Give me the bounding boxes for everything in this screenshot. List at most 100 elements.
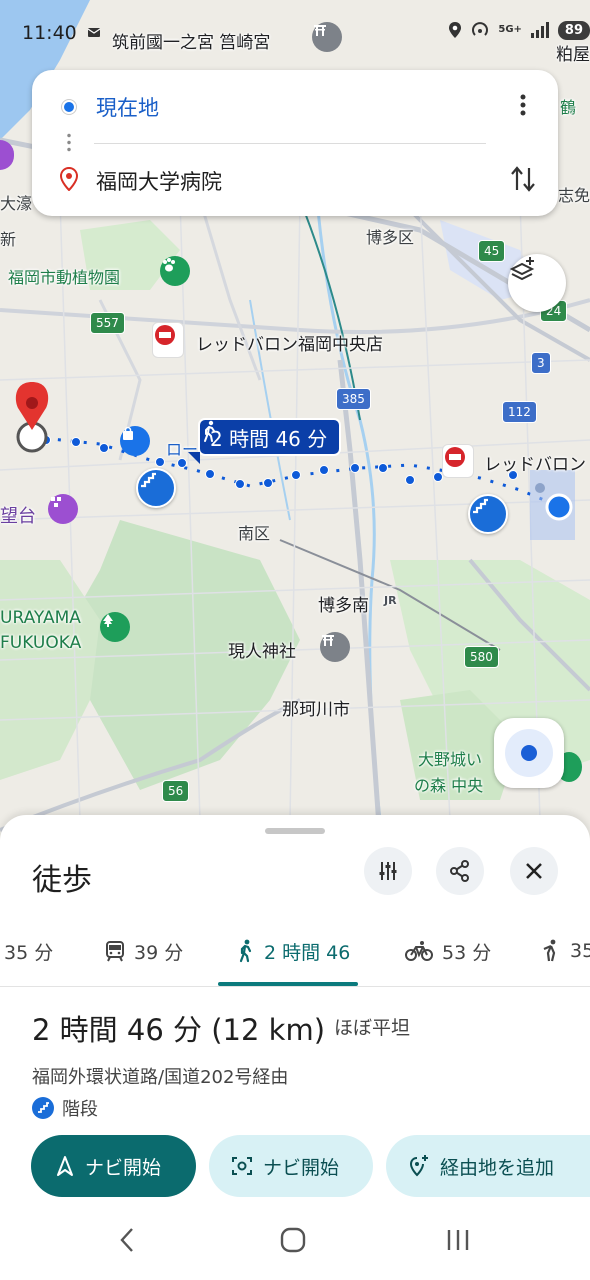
network-type: 5G+ (498, 24, 522, 35)
add-stop-label: 経由地を追加 (440, 1156, 555, 1179)
share-icon (450, 860, 469, 882)
map-label-shime: 志免 (558, 186, 590, 205)
sheet-title: 徒歩 (32, 863, 92, 898)
walk-time-badge[interactable]: 2 時間 46 分 (198, 418, 342, 456)
stairs-marker-east-icon[interactable] (468, 494, 508, 534)
signal-icon (530, 22, 549, 38)
route-options-button[interactable] (364, 847, 412, 895)
add-stop-icon (409, 1155, 428, 1177)
map-label-onojo-1: 大野城い (418, 750, 483, 769)
map-label-redbaron-central[interactable]: レッドバロン福岡中央店 (196, 330, 383, 355)
back-nav-button[interactable] (116, 1225, 138, 1259)
mode-tab-bike[interactable]: 53 分 (404, 915, 491, 987)
layers-icon (509, 257, 535, 281)
my-location-button[interactable] (494, 718, 564, 788)
home-nav-button[interactable] (278, 1225, 308, 1259)
start-navigation-label: ナビ開始 (85, 1156, 162, 1179)
route-badge-385: 385 (336, 388, 371, 410)
route-badge-112: 112 (502, 401, 537, 423)
mode-walk-label: 2 時間 46 (264, 941, 351, 964)
map-label-shin: 新 (0, 230, 17, 249)
map-label-nakagawa: 那珂川市 (282, 700, 350, 720)
redbaron-logo-icon[interactable] (152, 322, 184, 358)
map-label-hakata-ku: 博多区 (366, 228, 415, 247)
recents-nav-button[interactable] (444, 1225, 472, 1259)
map-label-fukuoka: FUKUOKA (0, 633, 82, 653)
swap-icon[interactable] (510, 164, 536, 198)
route-badge-557: 557 (90, 312, 125, 334)
redbaron-east-logo-icon[interactable] (442, 444, 474, 478)
system-nav-bar (0, 1205, 590, 1280)
bike-icon (405, 941, 433, 961)
walk-mode-icon (239, 939, 252, 963)
map-label-zoo[interactable]: 福岡市動植物園 (8, 264, 120, 288)
more-options-icon[interactable] (520, 93, 526, 121)
mode-tab-transit[interactable]: 39 分 (104, 915, 183, 987)
origin-row[interactable]: 現在地 (32, 78, 558, 136)
home-icon (280, 1227, 306, 1253)
mode-rideshare-label: 35 (570, 940, 590, 962)
route-terrain: ほぼ平坦 (334, 1017, 411, 1039)
map-label-bodai: 望台 (0, 506, 36, 527)
navigation-arrow-icon (57, 1156, 73, 1176)
battery-level: 89 (557, 20, 590, 40)
route-badge-56: 56 (162, 780, 190, 802)
directions-card: 現在地 福岡大学病院 (32, 70, 558, 216)
hotspot-icon (472, 22, 489, 36)
drag-handle[interactable] (265, 828, 325, 834)
route-badge-580: 580 (464, 646, 499, 668)
status-bar: 11:40 5G+ 89 (0, 0, 590, 66)
mode-tab-walk[interactable]: 2 時間 46 (236, 915, 350, 987)
map-label-redbaron-east[interactable]: レッドバロン (484, 450, 586, 475)
genjin-shrine-pin-icon[interactable] (320, 632, 350, 662)
map-label-ohori: 大濠 (0, 194, 33, 213)
walk-badge-tail (188, 452, 200, 464)
destination-pin-icon (59, 166, 79, 195)
route-badge-3: 3 (531, 352, 551, 374)
destination-field[interactable]: 福岡大学病院 (96, 166, 222, 196)
mode-bike-label: 53 分 (442, 941, 492, 964)
start-navigation-button[interactable]: ナビ開始 (31, 1135, 196, 1197)
train-icon (106, 941, 124, 962)
route-distance: (12 km) (211, 1013, 326, 1047)
map-label-hakata-minami: 博多南 (318, 596, 369, 616)
route-summary: 2 時間 46 分 (12 km) (32, 1007, 325, 1049)
route-duration: 2 時間 46 分 (32, 1013, 203, 1047)
share-button[interactable] (436, 847, 484, 895)
card-divider (94, 143, 486, 144)
mode-tab-rideshare[interactable]: 35 (540, 915, 590, 987)
add-stop-button[interactable]: 経由地を追加 (386, 1135, 590, 1197)
route-connector (67, 132, 71, 154)
stairs-label: 階段 (62, 1099, 98, 1120)
mode-transit-label: 39 分 (134, 941, 184, 964)
attraction-pin-icon[interactable] (48, 494, 78, 524)
map-label-urayama: URAYAMA (0, 608, 81, 628)
origin-dot-icon (62, 100, 76, 114)
stairs-icon (32, 1097, 54, 1119)
walk-time-text: 2 時間 46 分 (210, 426, 328, 451)
recents-icon (447, 1230, 469, 1250)
zoo-pin-icon[interactable] (160, 256, 190, 286)
close-icon (526, 863, 542, 879)
route-via: 福岡外環状道路/国道202号経由 (32, 1067, 289, 1088)
close-button[interactable] (510, 847, 558, 895)
shopping-bag-icon[interactable] (120, 426, 150, 456)
stairs-notice: 階段 (32, 1095, 98, 1121)
travel-mode-tabs: 35 分 39 分 2 時間 46 53 分 35 (0, 915, 590, 987)
park-pin-icon[interactable] (100, 612, 130, 642)
start-ar-navigation-label: ナビ開始 (263, 1156, 340, 1179)
layers-button[interactable] (508, 254, 566, 312)
my-location-icon (505, 729, 553, 777)
ar-camera-icon (232, 1157, 252, 1175)
mode-car-label: 35 分 (4, 941, 54, 964)
mode-tab-car[interactable]: 35 分 (4, 915, 53, 987)
stairs-marker-icon[interactable] (136, 468, 176, 508)
origin-field[interactable]: 現在地 (96, 92, 159, 122)
start-ar-navigation-button[interactable]: ナビ開始 (209, 1135, 373, 1197)
active-mode-indicator (218, 982, 358, 986)
map-label-onojo-2: の森 中央 (414, 776, 484, 795)
status-time: 11:40 (22, 22, 77, 44)
map-label-genjin[interactable]: 現人神社 (228, 637, 296, 662)
map-label-tsuru: 鶴 (560, 98, 577, 117)
destination-row[interactable]: 福岡大学病院 (32, 152, 558, 210)
